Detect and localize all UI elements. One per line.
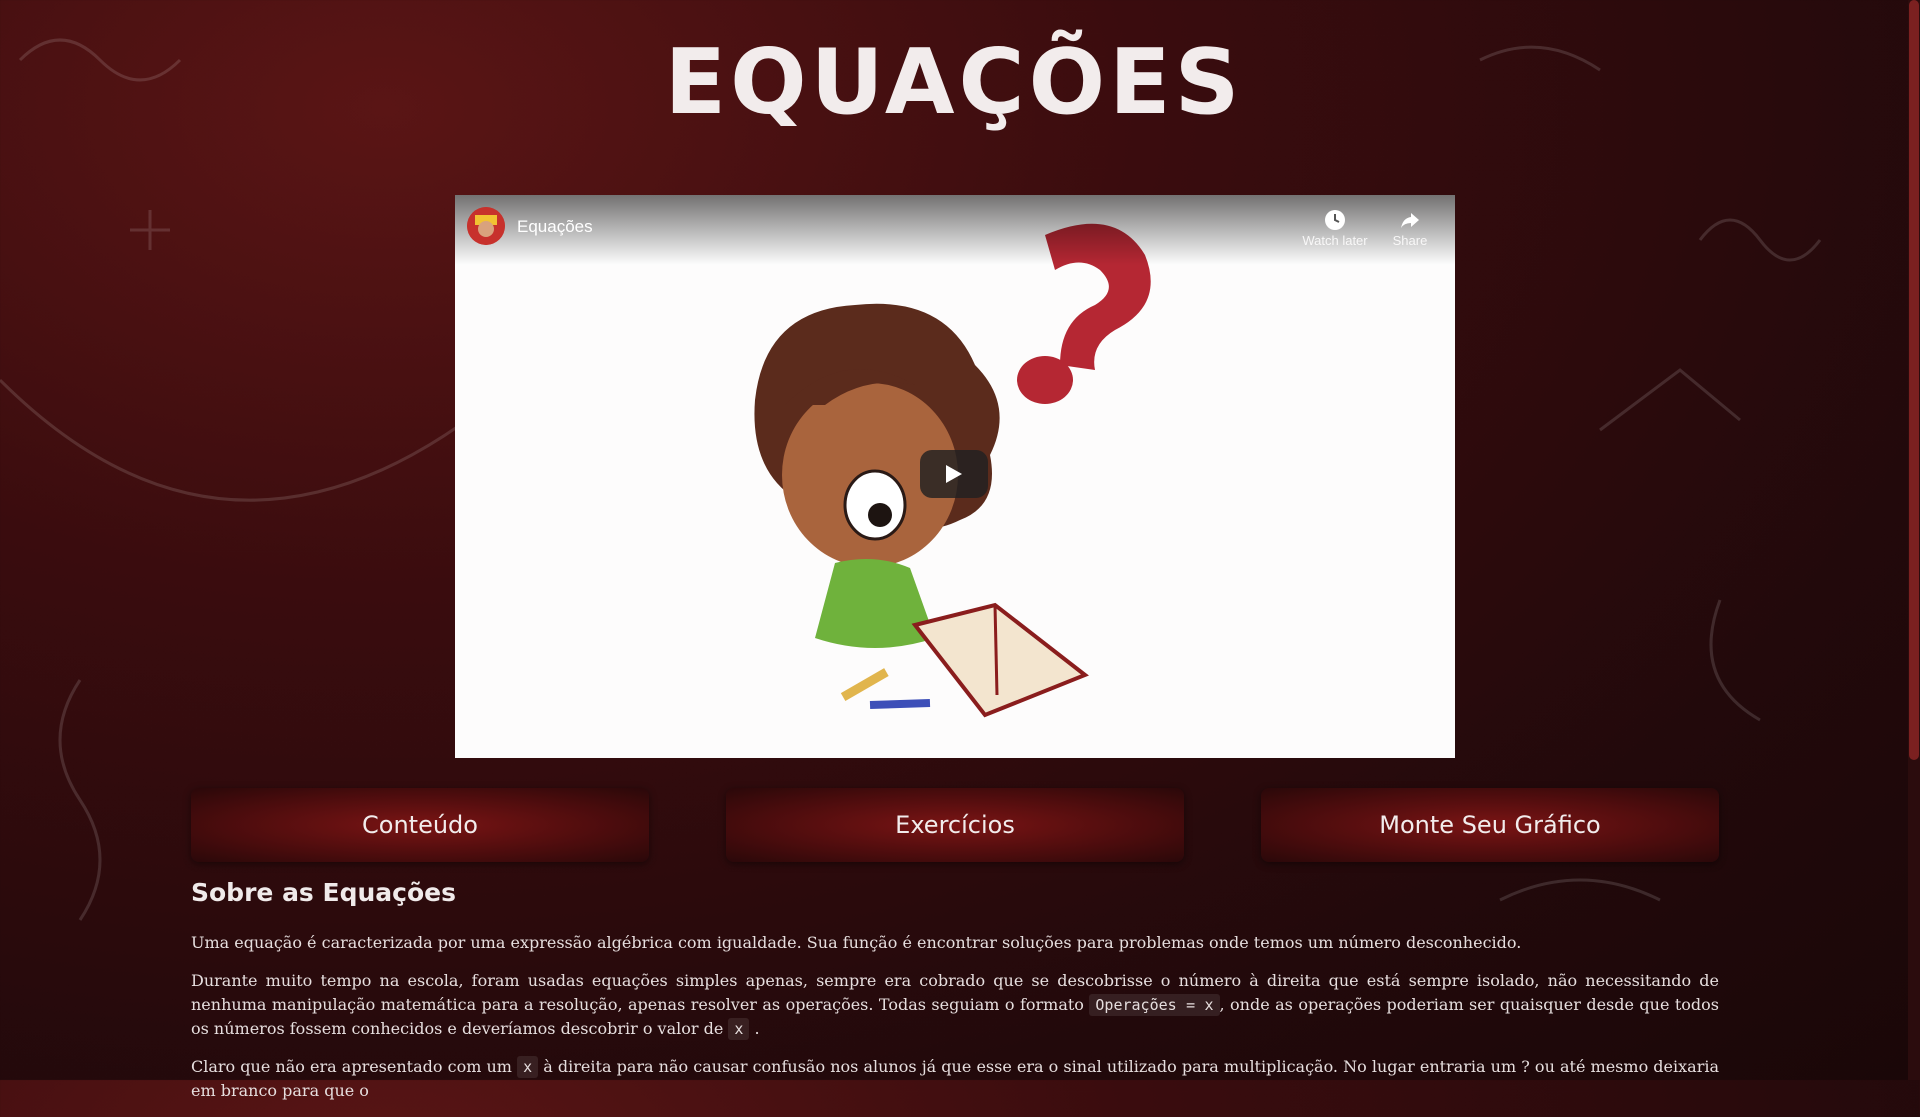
article: Sobre as Equações Uma equação é caracter… <box>191 878 1719 1117</box>
site-logo: EQUAÇÕES <box>665 38 1244 128</box>
share-arrow-icon <box>1401 213 1419 228</box>
nav-button-label: Conteúdo <box>362 811 478 839</box>
video-title[interactable]: Equações <box>517 217 593 237</box>
watch-later-button[interactable]: Watch later <box>1295 209 1375 248</box>
article-paragraph-3: Claro que não era apresentado com um x à… <box>191 1055 1719 1103</box>
inline-code: x <box>517 1056 539 1078</box>
paragraph-text: Claro que não era apresentado com um <box>191 1057 512 1076</box>
inline-code: Operações = x <box>1089 994 1220 1016</box>
nav-button-label: Monte Seu Gráfico <box>1379 811 1601 839</box>
nav-button-conteudo[interactable]: Conteúdo <box>191 788 649 862</box>
clock-icon <box>1325 210 1345 230</box>
site-logo-text: EQUAÇÕES <box>664 30 1244 135</box>
share-button[interactable]: Share <box>1385 209 1435 248</box>
header: EQUAÇÕES <box>0 38 1908 128</box>
article-paragraph-2: Durante muito tempo na escola, foram usa… <box>191 969 1719 1041</box>
nav-button-monte-seu-grafico[interactable]: Monte Seu Gráfico <box>1261 788 1719 862</box>
article-paragraph-1: Uma equação é caracterizada por uma expr… <box>191 933 1522 952</box>
article-heading: Sobre as Equações <box>191 878 456 907</box>
scrollbar-thumb[interactable] <box>1909 0 1919 760</box>
video-player[interactable]: Equações Watch later Share <box>455 195 1455 758</box>
channel-avatar[interactable] <box>467 207 505 245</box>
play-icon <box>946 465 962 483</box>
paragraph-text: . <box>754 1019 760 1038</box>
scrollbar-track[interactable] <box>1908 0 1920 1080</box>
play-button[interactable] <box>920 450 988 498</box>
watch-later-label: Watch later <box>1302 233 1368 248</box>
nav-button-exercicios[interactable]: Exercícios <box>726 788 1184 862</box>
share-label: Share <box>1392 233 1428 248</box>
inline-code: x <box>728 1018 750 1040</box>
nav-button-label: Exercícios <box>895 811 1015 839</box>
